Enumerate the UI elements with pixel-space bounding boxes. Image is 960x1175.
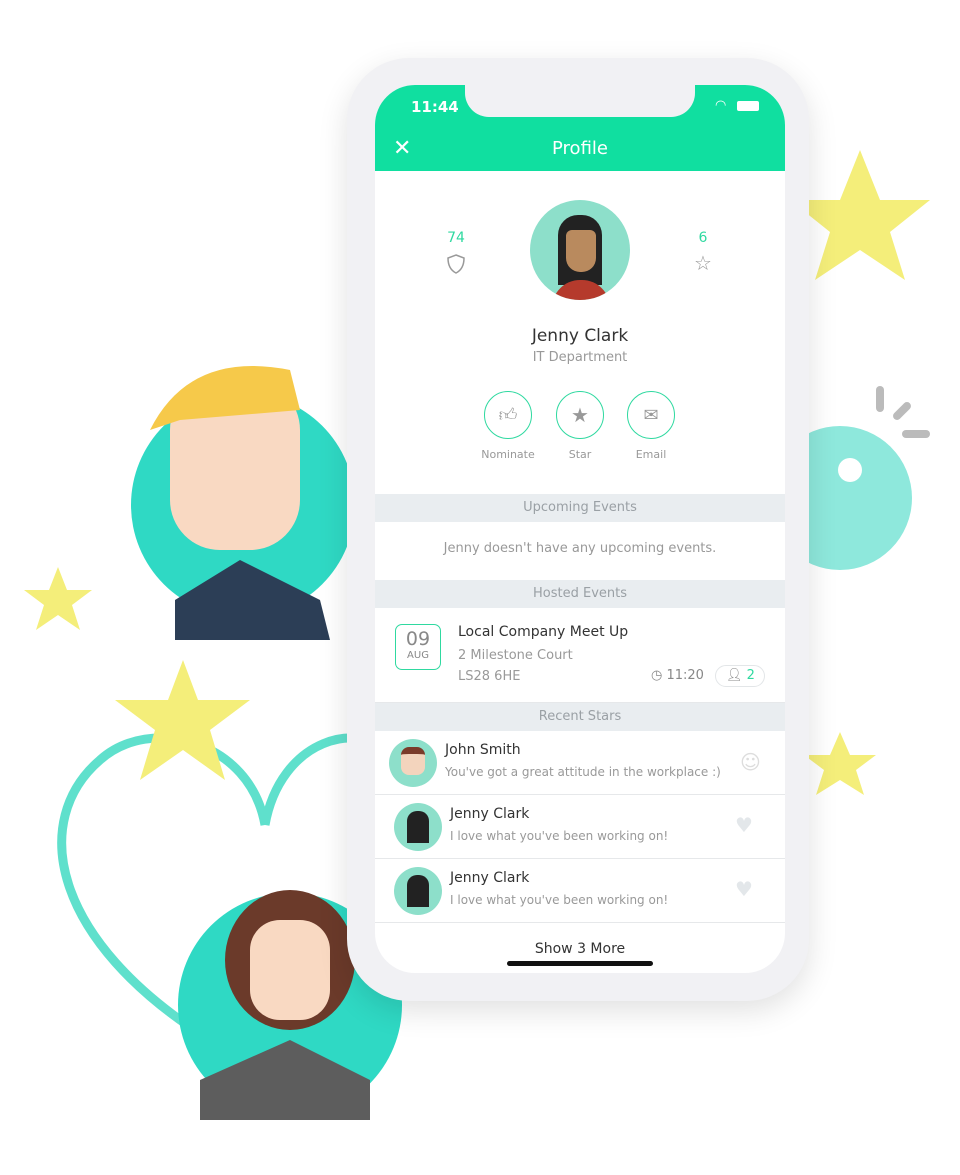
upcoming-empty-text: Jenny doesn't have any upcoming events. (443, 541, 717, 556)
profile-department: IT Department (532, 350, 628, 365)
event-address-line2: LS28 6HE (458, 669, 521, 684)
nominate-button[interactable]: 👍︎ (484, 391, 532, 439)
star-sender-name: Jenny Clark (450, 806, 530, 822)
attendees-badge[interactable]: 👤︎ 2 (715, 665, 765, 687)
heart-icon: ♥ (735, 813, 753, 837)
star-sender-name: John Smith (445, 742, 521, 758)
star-message: I love what you've been working on! (450, 829, 669, 843)
nominate-label: Nominate (481, 448, 535, 461)
recent-stars-header: Recent Stars (375, 703, 785, 731)
person-icon: 👤︎ (726, 668, 743, 683)
avatar (394, 867, 442, 915)
page-title: Profile (552, 138, 608, 159)
star-list-item[interactable]: John Smith You've got a great attitude i… (375, 731, 785, 795)
star-outline-icon: ☆ (694, 251, 712, 275)
badges-count: 74 (447, 230, 465, 246)
shield-icon (447, 254, 465, 274)
wifi-icon: ◠ (715, 98, 727, 113)
envelope-icon: ✉ (643, 404, 659, 426)
profile-avatar (530, 200, 630, 300)
event-address-line1: 2 Milestone Court (458, 648, 573, 663)
header-bar: 11:44 ◠ ✕ Profile (375, 85, 785, 171)
email-label: Email (635, 448, 667, 461)
clock-icon: ◷ (651, 668, 663, 683)
star-list-item[interactable]: Jenny Clark I love what you've been work… (375, 859, 785, 923)
event-name: Local Company Meet Up (458, 624, 629, 640)
event-time: ◷ 11:20 (651, 668, 704, 683)
event-day: 09 (405, 628, 431, 650)
avatar (394, 803, 442, 851)
avatar (389, 739, 437, 787)
heart-icon: ♥ (735, 877, 753, 901)
hosted-events-header: Hosted Events (375, 580, 785, 608)
thumbs-up-icon: 👍︎ (498, 405, 518, 426)
smiley-icon: ☺ (740, 750, 761, 774)
stars-count: 6 (698, 230, 708, 246)
star-label: Star (568, 448, 592, 461)
upcoming-events-header: Upcoming Events (375, 494, 785, 522)
man-avatar-illustration (131, 366, 355, 640)
star-list-item[interactable]: Jenny Clark I love what you've been work… (375, 795, 785, 859)
phone-screen: 11:44 ◠ ✕ Profile 74 6 ☆ Jenny Clark IT … (375, 85, 785, 973)
status-time: 11:44 (411, 98, 459, 116)
notch (465, 85, 695, 117)
star-sender-name: Jenny Clark (450, 870, 530, 886)
battery-icon (737, 101, 759, 111)
home-indicator (507, 961, 653, 966)
event-time-value: 11:20 (666, 668, 704, 683)
attendees-count: 2 (746, 668, 755, 683)
event-date: 09 AUG (395, 624, 441, 670)
show-more-button[interactable]: Show 3 More (375, 941, 785, 957)
email-button[interactable]: ✉ (627, 391, 675, 439)
event-month: AUG (407, 650, 429, 661)
star-icon: ★ (571, 403, 589, 427)
star-message: You've got a great attitude in the workp… (445, 765, 721, 779)
star-message: I love what you've been working on! (450, 893, 669, 907)
event-row[interactable]: 09 AUG Local Company Meet Up 2 Milestone… (375, 608, 785, 703)
star-button[interactable]: ★ (556, 391, 604, 439)
profile-name: Jenny Clark (531, 326, 629, 346)
